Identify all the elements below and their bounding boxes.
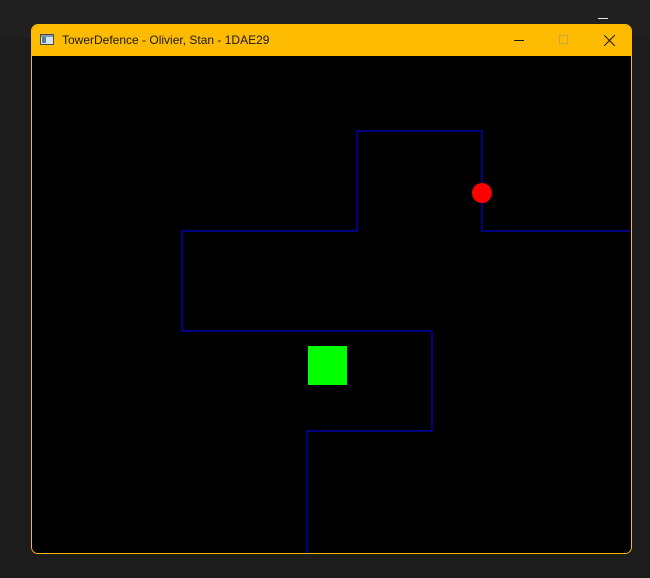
game-scene — [181, 130, 631, 553]
close-button[interactable] — [587, 25, 631, 56]
minimize-icon — [514, 40, 524, 41]
minimize-icon[interactable] — [598, 18, 608, 19]
maximize-icon — [559, 35, 568, 44]
enemy-path — [181, 130, 631, 553]
window-title: TowerDefence - Olivier, Stan - 1DAE29 — [62, 33, 270, 47]
app-window-icon — [40, 34, 54, 45]
app-window: TowerDefence - Olivier, Stan - 1DAE29 — [31, 24, 632, 554]
minimize-button[interactable] — [496, 25, 542, 56]
close-icon — [603, 34, 616, 47]
game-canvas[interactable] — [32, 56, 631, 553]
titlebar[interactable]: TowerDefence - Olivier, Stan - 1DAE29 — [32, 25, 631, 56]
tower[interactable] — [308, 346, 347, 385]
maximize-button[interactable] — [541, 25, 587, 56]
enemy — [472, 183, 492, 203]
